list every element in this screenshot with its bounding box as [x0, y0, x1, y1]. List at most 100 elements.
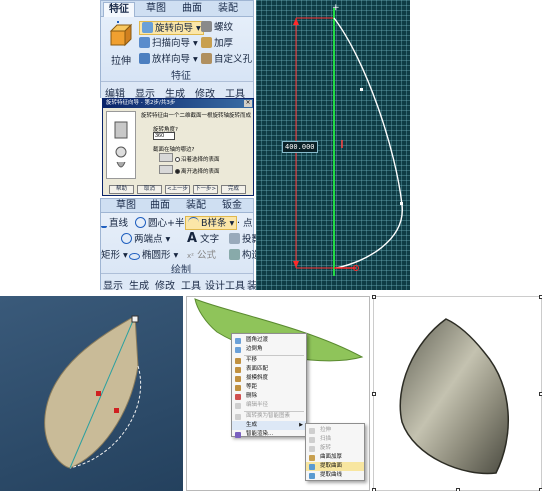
chamfer-label: 边倒角: [246, 346, 263, 352]
dialog-close-button[interactable]: ×: [244, 100, 252, 107]
menu-bar: 编辑 显示 生成 修改 工具: [101, 81, 253, 100]
tab-assembly[interactable]: 装配: [181, 199, 211, 214]
text-tool[interactable]: A 文字: [187, 232, 219, 246]
dimension-arrow-bottom: [293, 261, 299, 268]
tab-assembly[interactable]: 装配: [213, 2, 243, 17]
tab-sketch[interactable]: 草图: [141, 2, 171, 17]
ellipse-label: 椭圆形: [142, 250, 171, 261]
bspline-tool[interactable]: B样条 ▾: [185, 216, 238, 230]
sweep-wizard-button[interactable]: 扫描向导 ▾: [139, 37, 198, 51]
menu-generate[interactable]: 生成: [129, 277, 149, 292]
thread-button[interactable]: 螺纹: [201, 21, 233, 35]
two-endpoints-tool[interactable]: 两端点 ▾: [121, 233, 170, 247]
option-b-radio[interactable]: 离开选择的表面: [175, 167, 220, 175]
menu-item-generate[interactable]: 生成 ▶: [232, 421, 306, 430]
submenu-item-revolve[interactable]: 旋转: [306, 444, 364, 453]
handle-point[interactable]: [114, 408, 119, 413]
offset-icon: [235, 385, 241, 391]
menu-item-chamfer[interactable]: 边倒角: [232, 345, 306, 354]
next-button[interactable]: 下一步>: [193, 185, 218, 194]
menu-modify[interactable]: 修改: [155, 277, 175, 292]
point-label: 点: [243, 218, 253, 229]
fillet-icon: [235, 338, 241, 344]
revolve-icon: [309, 446, 315, 452]
custom-hole-button[interactable]: 自定义孔: [201, 53, 252, 67]
frame-handle[interactable]: [372, 392, 376, 396]
menu-item-translate[interactable]: 平移: [232, 356, 306, 365]
feature-ribbon: 特征 草图 曲面 装配 拉伸 旋转向导 ▾ 扫描向导 ▾ 放样向导 ▾ 螺纹 加…: [100, 0, 254, 100]
dimension-value[interactable]: 400.000: [282, 141, 318, 153]
rendered-leaf-view[interactable]: [372, 295, 542, 491]
edit-radius-icon: [235, 403, 241, 409]
menu-view[interactable]: 显示: [103, 277, 123, 292]
submenu-extrude-label: 拉伸: [320, 427, 332, 433]
draft-label: 拔模斜度: [246, 375, 269, 381]
angle-input[interactable]: [153, 132, 175, 140]
point-tool[interactable]: · 点: [237, 217, 253, 231]
sketch-canvas[interactable]: + 400.000: [256, 0, 410, 290]
rectangle-tool[interactable]: 矩形 ▾: [101, 249, 128, 263]
option-a-radio[interactable]: 沿着选择的表面: [175, 155, 220, 163]
submenu-item-extract-surface[interactable]: 提取曲面: [306, 462, 364, 471]
revolve-wizard-button[interactable]: 旋转向导 ▾: [139, 21, 204, 35]
submenu-thicken-label: 曲面加厚: [320, 454, 343, 460]
leaf-surface-view[interactable]: [0, 296, 183, 491]
metal-leaf: [399, 318, 510, 475]
surface-match-icon: [235, 367, 241, 373]
prev-button[interactable]: <上一步: [165, 185, 190, 194]
finish-button[interactable]: 完成: [221, 185, 246, 194]
menu-item-delete[interactable]: 删除: [232, 392, 306, 401]
tab-surface[interactable]: 曲面: [177, 2, 207, 17]
submenu-revolve-label: 旋转: [320, 445, 332, 451]
submenu-item-surface-thicken[interactable]: 曲面加厚: [306, 453, 364, 462]
tab-sheetmetal[interactable]: 钣金: [217, 199, 247, 214]
menu-item-offset[interactable]: 等距: [232, 383, 306, 392]
line-label: 直线: [109, 218, 129, 229]
project-icon: [229, 233, 240, 244]
thread-icon: [201, 21, 212, 32]
formula-icon: x²: [187, 252, 194, 260]
submenu-item-extrude[interactable]: 拉伸: [306, 426, 364, 435]
frame-handle[interactable]: [372, 295, 376, 299]
submenu-item-sweep[interactable]: 扫描: [306, 435, 364, 444]
line-tool[interactable]: 直线: [101, 217, 128, 231]
formula-label: 公式: [196, 250, 216, 261]
submenu-extract-curve-label: 提取曲线: [320, 472, 343, 478]
submenu-extract-surface-label: 提取曲面: [320, 463, 343, 469]
menu-tools[interactable]: 工具: [181, 277, 201, 292]
bspline-label: B样条: [201, 218, 227, 229]
menu-item-edit-radius[interactable]: 编辑半径: [232, 401, 306, 410]
menu-item-face-to-smart[interactable]: 面转换为智能图素: [232, 412, 306, 421]
menu-design-tools[interactable]: 设计工具: [205, 277, 245, 292]
line-icon: [101, 217, 107, 228]
tab-sketch[interactable]: 草图: [111, 199, 141, 214]
context-menu-view: 圆角过渡 边倒角 平移 表面匹配 拔模斜度 等距 删除 编辑半径 面转换为智能图…: [186, 296, 370, 491]
feature-group-label: 特征: [171, 71, 191, 82]
revolve-illustration-icon: [114, 121, 128, 168]
handle-point[interactable]: [96, 391, 101, 396]
tab-feature[interactable]: 特征: [103, 2, 135, 17]
handle-point[interactable]: [131, 315, 139, 323]
menu-item-draft[interactable]: 拔模斜度: [232, 374, 306, 383]
loft-wizard-button[interactable]: 放样向导 ▾: [139, 53, 198, 67]
control-point[interactable]: [360, 88, 363, 91]
circle-icon: [135, 217, 146, 228]
help-button[interactable]: 帮助: [109, 185, 134, 194]
two-endpoints-label: 两端点: [134, 234, 163, 245]
thicken-button[interactable]: 加厚: [201, 37, 233, 51]
menu-item-surface-match[interactable]: 表面匹配: [232, 365, 306, 374]
thicken-icon: [309, 455, 315, 461]
menu-item-smart-render[interactable]: 智能渲染...: [232, 430, 306, 438]
submenu-item-extract-curve[interactable]: 提取曲线: [306, 471, 364, 480]
delete-label: 删除: [246, 393, 258, 399]
thread-label: 螺纹: [214, 22, 234, 33]
cancel-button[interactable]: 取消: [137, 185, 162, 194]
tab-surface[interactable]: 曲面: [145, 199, 175, 214]
control-point[interactable]: [400, 202, 403, 205]
dialog-title: 旋转特征向导 - 第2步/共3步: [103, 99, 253, 108]
extract-surface-icon: [309, 464, 315, 470]
custom-hole-label: 自定义孔: [214, 54, 253, 65]
extrude-button[interactable]: 拉伸: [107, 17, 135, 67]
revolve-icon: [142, 22, 153, 33]
menu-item-fillet[interactable]: 圆角过渡: [232, 336, 306, 345]
